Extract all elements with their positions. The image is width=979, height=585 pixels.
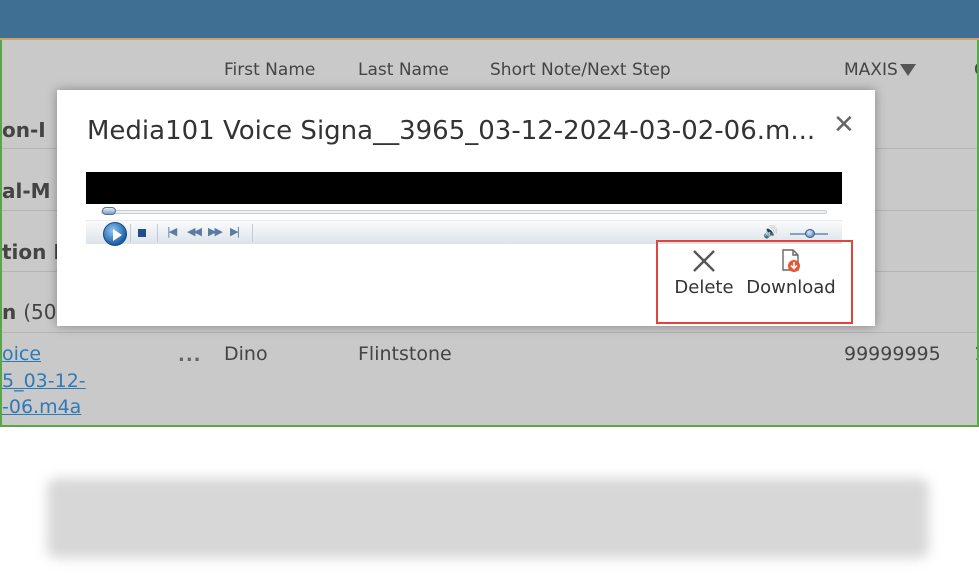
file-download-icon <box>782 249 800 272</box>
recording-link-line-3[interactable]: -06.m4a <box>2 396 81 418</box>
next-icon[interactable]: ▶| <box>230 225 240 238</box>
cell-maxis: 99999995 <box>844 343 941 365</box>
play-icon[interactable] <box>103 222 127 246</box>
volume-thumb[interactable] <box>805 229 815 238</box>
blurred-region <box>47 478 929 558</box>
cell-extra: 1 <box>974 343 977 365</box>
column-header-short-note[interactable]: Short Note/Next Step <box>490 60 671 80</box>
media-display[interactable] <box>86 172 842 204</box>
control-divider <box>157 224 158 242</box>
column-header-cut[interactable]: C <box>974 60 977 80</box>
fast-forward-icon[interactable]: ▶▶ <box>208 225 223 238</box>
recording-link-line-1[interactable]: oice <box>2 343 41 365</box>
delete-label: Delete <box>674 277 734 298</box>
app-top-bar <box>0 0 979 40</box>
control-divider <box>252 224 253 242</box>
control-divider <box>130 224 131 242</box>
seek-bar[interactable] <box>101 210 827 214</box>
side-label-1: on-I <box>2 118 46 142</box>
cell-last-name: Flintstone <box>358 343 452 365</box>
section-header: n (50 <box>2 300 56 324</box>
side-label-3: tion I <box>2 240 61 264</box>
download-button[interactable]: Download <box>745 248 837 298</box>
stop-icon[interactable] <box>138 229 146 237</box>
volume-icon[interactable]: 🔊 <box>763 225 778 239</box>
dialog-title: Media101 Voice Signa__3965_03-12-2024-03… <box>87 116 816 146</box>
filter-icon[interactable] <box>899 64 916 76</box>
section-label: n <box>2 300 17 324</box>
previous-icon[interactable]: |◀ <box>167 225 177 238</box>
side-label-2: al-M <box>2 179 51 203</box>
row-separator <box>2 332 977 333</box>
section-count: (50 <box>23 300 57 324</box>
recording-link-line-2[interactable]: 5_03-12- <box>2 370 86 392</box>
cell-first-name: Dino <box>224 343 268 365</box>
column-header-maxis-label: MAXIS <box>844 60 898 80</box>
x-icon <box>693 250 715 272</box>
column-header-last-name[interactable]: Last Name <box>358 60 449 80</box>
row-more-button[interactable]: ... <box>178 345 202 366</box>
rewind-icon[interactable]: ◀◀ <box>187 225 202 238</box>
download-label: Download <box>746 277 836 298</box>
close-icon[interactable]: ✕ <box>833 110 855 140</box>
column-header-maxis[interactable]: MAXIS <box>844 60 916 80</box>
delete-button[interactable]: Delete <box>674 248 734 298</box>
column-header-first-name[interactable]: First Name <box>224 60 315 80</box>
media-player-dialog: Media101 Voice Signa__3965_03-12-2024-03… <box>57 90 875 326</box>
seek-thumb[interactable] <box>102 207 116 215</box>
